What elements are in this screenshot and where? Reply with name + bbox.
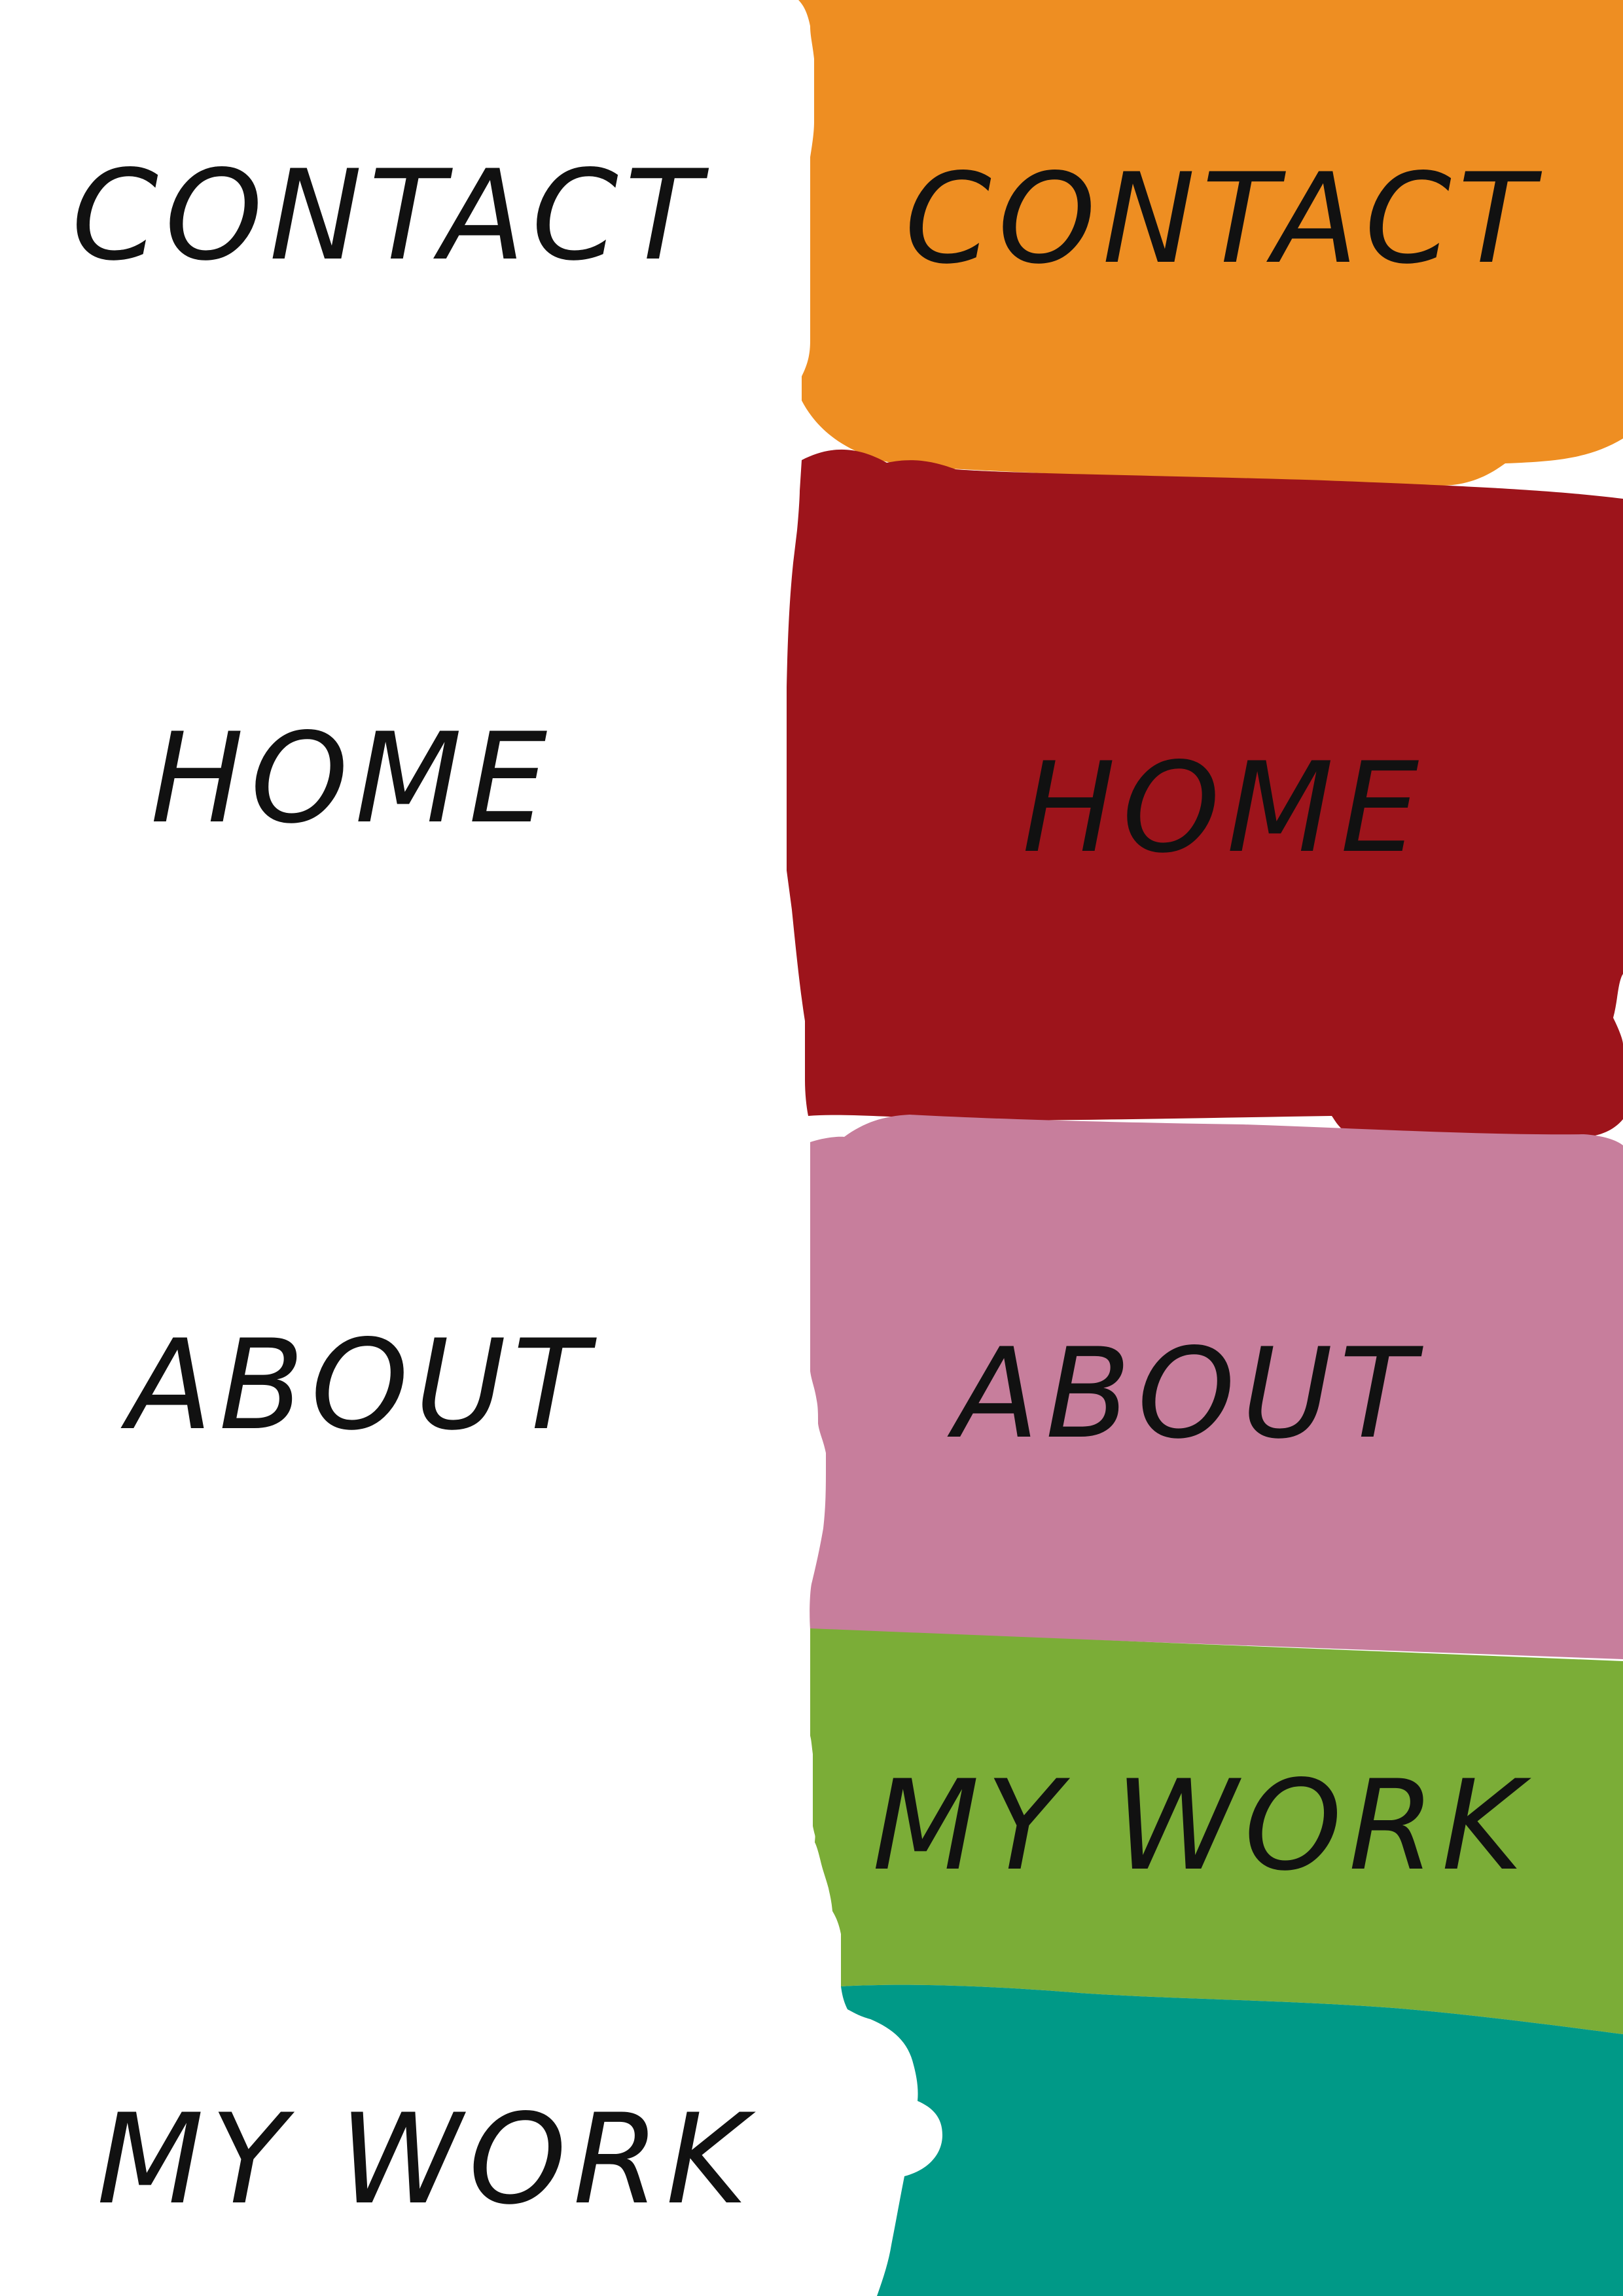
teal-blob xyxy=(841,1984,1623,2296)
home-button[interactable]: HOME xyxy=(1022,746,1425,870)
nav-sketch-page: CONTACT HOME ABOUT MY WORK CONTACT HOME … xyxy=(0,0,1623,2296)
color-blobs xyxy=(787,0,1623,2296)
about-label: ABOUT xyxy=(127,1313,596,1458)
contact-button[interactable]: CONTACT xyxy=(904,157,1541,281)
my-work-button[interactable]: MY WORK xyxy=(872,1764,1529,1888)
home-label: HOME xyxy=(150,706,554,851)
contact-label: CONTACT xyxy=(71,143,707,288)
about-button[interactable]: ABOUT xyxy=(954,1332,1422,1456)
my-work-label: MY WORK xyxy=(96,2087,755,2232)
